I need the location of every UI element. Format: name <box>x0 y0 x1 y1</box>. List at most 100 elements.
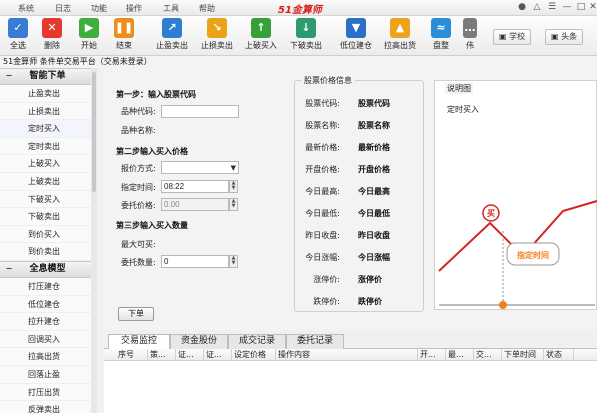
tab-fill-records[interactable]: 成交记录 <box>228 334 286 349</box>
sidebar-item[interactable]: 拉高出货 <box>0 348 95 366</box>
col-open[interactable]: 开... <box>418 349 446 361</box>
time-input[interactable] <box>161 180 229 193</box>
menu-log[interactable]: 日志 <box>55 3 71 14</box>
submit-order-button[interactable]: 下单 <box>118 307 154 321</box>
pump-sell-button[interactable]: ▲ 拉高出货 <box>380 18 420 56</box>
collapse-icon[interactable]: − <box>4 264 14 274</box>
col-set-price[interactable]: 设定价格 <box>232 349 276 361</box>
col-trade[interactable]: 交... <box>474 349 502 361</box>
quote-row: 涨停价: 涨停价 <box>313 275 382 284</box>
pause-icon: ❚❚ <box>114 18 134 38</box>
low-build-icon: ▼ <box>346 18 366 38</box>
menu-bar: 系统 日志 功能 操作 工具 帮助 51金算师 ● △ ☰ — □ ✕ <box>0 0 597 16</box>
col-operation[interactable]: 操作内容 <box>276 349 418 361</box>
minimize-icon[interactable]: — <box>561 2 573 12</box>
tab-funds-holdings[interactable]: 资金股份 <box>170 334 228 349</box>
menu-function[interactable]: 功能 <box>91 3 107 14</box>
take-profit-sell-button[interactable]: ↗ 止盈卖出 <box>154 18 190 56</box>
sidebar-group-smart-order[interactable]: − 智能下单 <box>0 68 95 85</box>
time-point <box>499 301 507 309</box>
close-icon[interactable]: ✕ <box>587 2 597 12</box>
quote-row: 跌停价: 跌停价 <box>313 297 382 306</box>
user-icon[interactable]: ● <box>516 2 528 12</box>
sidebar-item[interactable]: 拉升建仓 <box>0 313 95 331</box>
col-order-time[interactable]: 下单时间 <box>502 349 544 361</box>
more-button[interactable]: … 伟 <box>463 18 477 56</box>
app-brand-logo: 51金算师 <box>278 5 322 16</box>
col-index[interactable]: 序号 <box>104 349 148 361</box>
callout-label: 指定时间 <box>517 250 549 260</box>
sidebar-group-holo-model[interactable]: − 全息模型 <box>0 260 95 278</box>
school-button[interactable]: ▣ 学校 <box>493 29 532 45</box>
sidebar-scrollbar[interactable] <box>91 68 97 413</box>
sidebar-item[interactable]: 反弹卖出 <box>0 401 95 413</box>
quote-row: 今日最高: 今日最高 <box>305 187 390 196</box>
breakdown-sell-button[interactable]: ↓ 下破卖出 <box>288 18 324 56</box>
commission-price-input[interactable] <box>161 198 229 211</box>
quantity-input[interactable] <box>161 255 229 268</box>
sidebar-item[interactable]: 打压出货 <box>0 384 95 402</box>
stock-code-input[interactable] <box>161 105 239 118</box>
col-strategy[interactable]: 策... <box>148 349 176 361</box>
select-all-icon: ✓ <box>8 18 28 38</box>
sidebar-item[interactable]: 止盈卖出 <box>0 85 95 103</box>
breakout-buy-button[interactable]: ↑ 上破买入 <box>243 18 279 56</box>
settings-icon[interactable]: ☰ <box>546 2 558 12</box>
time-label: 指定时间: <box>121 183 156 192</box>
sidebar-item[interactable]: 到价买入 <box>0 226 95 244</box>
toolbar: ✓ 全选 ✕ 删除 ▶ 开始 ❚❚ 结束 ↗ 止盈卖出 ↘ 止损卖出 ↑ 上破买… <box>0 16 597 56</box>
menu-operation[interactable]: 操作 <box>126 3 142 14</box>
price-mode-select[interactable]: ▼ <box>161 161 239 174</box>
stop-button[interactable]: ❚❚ 结束 <box>110 18 138 56</box>
headline-icon: ▣ <box>551 32 562 41</box>
menu-system[interactable]: 系统 <box>18 3 34 14</box>
col-code[interactable]: 证... <box>176 349 204 361</box>
more-icon: … <box>463 18 477 38</box>
tab-trade-monitor[interactable]: 交易监控 <box>108 334 170 350</box>
explanation-diagram: 说明图 定时买入 买 指定时间 <box>434 80 597 310</box>
sidebar-item[interactable]: 下破卖出 <box>0 208 95 226</box>
sidebar-item[interactable]: 低位建仓 <box>0 296 95 314</box>
up-icon[interactable]: △ <box>531 2 543 12</box>
sidebar-item[interactable]: 回调买入 <box>0 331 95 349</box>
consolidate-button[interactable]: ≈ 盘整 <box>427 18 455 56</box>
menu-tools[interactable]: 工具 <box>163 3 179 14</box>
sidebar-item[interactable]: 上破卖出 <box>0 173 95 191</box>
collapse-icon[interactable]: − <box>4 71 14 81</box>
select-all-button[interactable]: ✓ 全选 <box>4 18 32 56</box>
tab-order-records[interactable]: 委托记录 <box>286 334 344 349</box>
start-button[interactable]: ▶ 开始 <box>75 18 103 56</box>
school-icon: ▣ <box>499 32 510 41</box>
col-status[interactable]: 状态 <box>544 349 574 361</box>
sidebar-item[interactable]: 上破买入 <box>0 155 95 173</box>
time-stepper[interactable]: ▲ ▼ <box>229 180 238 193</box>
scrollbar-thumb[interactable] <box>92 72 96 192</box>
sidebar-item[interactable]: 止损卖出 <box>0 103 95 121</box>
sidebar-item[interactable]: 回落止盈 <box>0 366 95 384</box>
col-latest[interactable]: 最... <box>446 349 474 361</box>
headline-button[interactable]: ▣ 头条 <box>545 29 584 45</box>
col-name[interactable]: 证... <box>204 349 232 361</box>
sidebar-item[interactable]: 定时卖出 <box>0 138 95 156</box>
quantity-stepper[interactable]: ▲ ▼ <box>229 255 238 268</box>
delete-button[interactable]: ✕ 删除 <box>38 18 66 56</box>
table-header: 序号 策... 证... 证... 设定价格 操作内容 开... 最... 交.… <box>104 349 597 361</box>
stop-loss-sell-button[interactable]: ↘ 止损卖出 <box>199 18 235 56</box>
maximize-icon[interactable]: □ <box>575 2 587 12</box>
sidebar-item[interactable]: 打压建仓 <box>0 278 95 296</box>
consolidate-icon: ≈ <box>431 18 451 38</box>
sidebar-item[interactable]: 到价卖出 <box>0 243 95 261</box>
commission-price-stepper[interactable]: ▲ ▼ <box>229 198 238 211</box>
sidebar-item[interactable]: 下破买入 <box>0 191 95 209</box>
sidebar-item[interactable]: 定时买入 <box>0 120 95 138</box>
low-build-button[interactable]: ▼ 低位建仓 <box>336 18 376 56</box>
commission-price-label: 委托价格: <box>121 201 156 210</box>
max-buy-label: 最大可买: <box>121 240 156 249</box>
breakdown-icon: ↓ <box>296 18 316 38</box>
quote-row: 股票名称: 股票名称 <box>305 121 390 130</box>
sidebar: − 智能下单 止盈卖出 止损卖出 定时买入 定时卖出 上破买入 上破卖出 下破买… <box>0 68 96 413</box>
breakout-up-icon: ↑ <box>251 18 271 38</box>
menu-help[interactable]: 帮助 <box>199 3 215 14</box>
trade-monitor-table: 序号 策... 证... 证... 设定价格 操作内容 开... 最... 交.… <box>104 349 597 413</box>
price-mode-label: 报价方式: <box>121 164 156 173</box>
